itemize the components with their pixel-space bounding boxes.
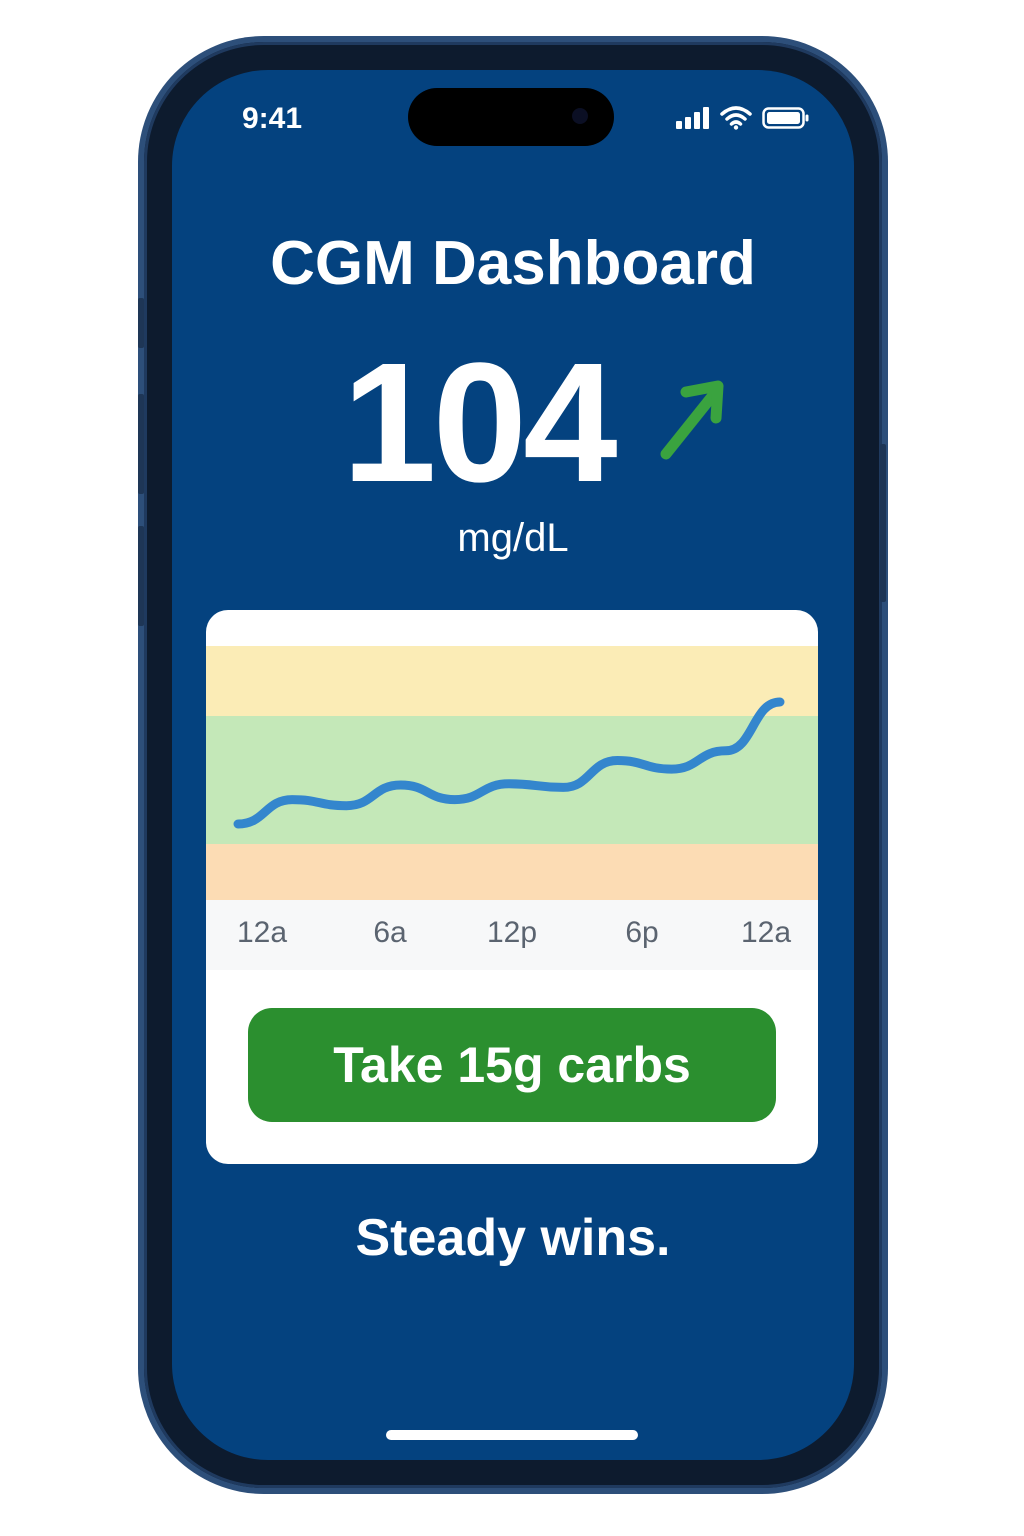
x-tick-label: 6a (373, 916, 407, 949)
app-screen: 9:41 CGM Dashboard 104 mg/dL 12a 6a 12p (172, 70, 854, 1460)
volume-down-side-button (138, 526, 144, 626)
wifi-icon (720, 106, 752, 130)
x-tick-label: 12a (740, 916, 792, 949)
tagline: Steady wins. (355, 1209, 671, 1267)
glucose-trend-chart (206, 646, 818, 900)
action-side-button (138, 298, 144, 348)
x-tick-label: 6p (625, 916, 659, 949)
volume-up-side-button (138, 394, 144, 494)
dynamic-island (408, 88, 614, 146)
status-icons (676, 106, 810, 130)
trend-up-arrow-icon (660, 380, 724, 460)
page-title: CGM Dashboard (270, 229, 756, 298)
x-tick-label: 12a (236, 916, 288, 949)
chart-x-axis: 12a 6a 12p 6p 12a (206, 900, 818, 970)
home-indicator[interactable] (386, 1430, 638, 1440)
battery-icon (762, 107, 809, 129)
glucose-chart-card: 12a 6a 12p 6p 12a Take 15g carbs (206, 610, 818, 1164)
cellular-signal-icon (676, 107, 709, 129)
chart-band-2 (206, 844, 818, 900)
front-camera-icon (572, 108, 588, 124)
glucose-unit: mg/dL (457, 516, 569, 560)
chart-band-0 (206, 646, 818, 716)
status-time: 9:41 (242, 102, 303, 135)
power-side-button (880, 444, 886, 602)
take-carbs-button[interactable]: Take 15g carbs (248, 1008, 776, 1122)
glucose-value: 104 (342, 328, 618, 518)
x-tick-label: 12p (486, 916, 538, 949)
